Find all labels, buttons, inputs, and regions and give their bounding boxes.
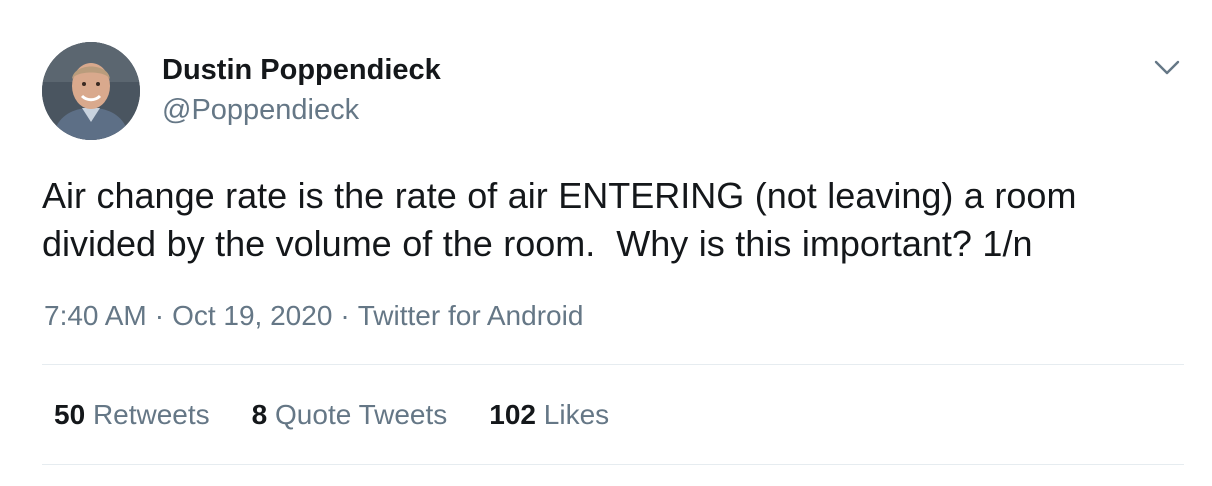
meta-separator: ·: [154, 300, 165, 331]
retweets-label: Retweets: [92, 399, 210, 430]
quote-tweets-label: Quote Tweets: [275, 399, 448, 430]
retweets-count: 50: [54, 399, 86, 430]
user-handle[interactable]: @Poppendieck: [162, 92, 441, 128]
likes-stat[interactable]: 102 Likes: [489, 395, 609, 435]
display-name[interactable]: Dustin Poppendieck: [162, 52, 441, 88]
tweet-card: Dustin Poppendieck @Poppendieck Air chan…: [0, 0, 1212, 486]
divider: [42, 364, 1184, 365]
tweet-time[interactable]: 7:40 AM: [44, 300, 147, 331]
quote-tweets-count: 8: [251, 399, 268, 430]
likes-count: 102: [489, 399, 536, 430]
tweet-source[interactable]: Twitter for Android: [358, 300, 584, 331]
tweet-date[interactable]: Oct 19, 2020: [172, 300, 332, 331]
quote-tweets-stat[interactable]: 8 Quote Tweets: [252, 395, 448, 435]
chevron-down-icon[interactable]: [1150, 54, 1184, 82]
retweets-stat[interactable]: 50 Retweets: [54, 395, 210, 435]
tweet-text: Air change rate is the rate of air ENTER…: [42, 175, 1077, 264]
avatar[interactable]: [42, 42, 140, 140]
tweet-meta: 7:40 AM · Oct 19, 2020 · Twitter for Android: [44, 296, 583, 336]
meta-separator: ·: [340, 300, 350, 331]
user-info: Dustin Poppendieck @Poppendieck: [162, 52, 441, 128]
likes-label: Likes: [543, 399, 610, 430]
avatar-image: [42, 42, 140, 140]
tweet-stats: 50 Retweets 8 Quote Tweets 102 Likes: [54, 395, 651, 435]
divider: [42, 464, 1184, 465]
